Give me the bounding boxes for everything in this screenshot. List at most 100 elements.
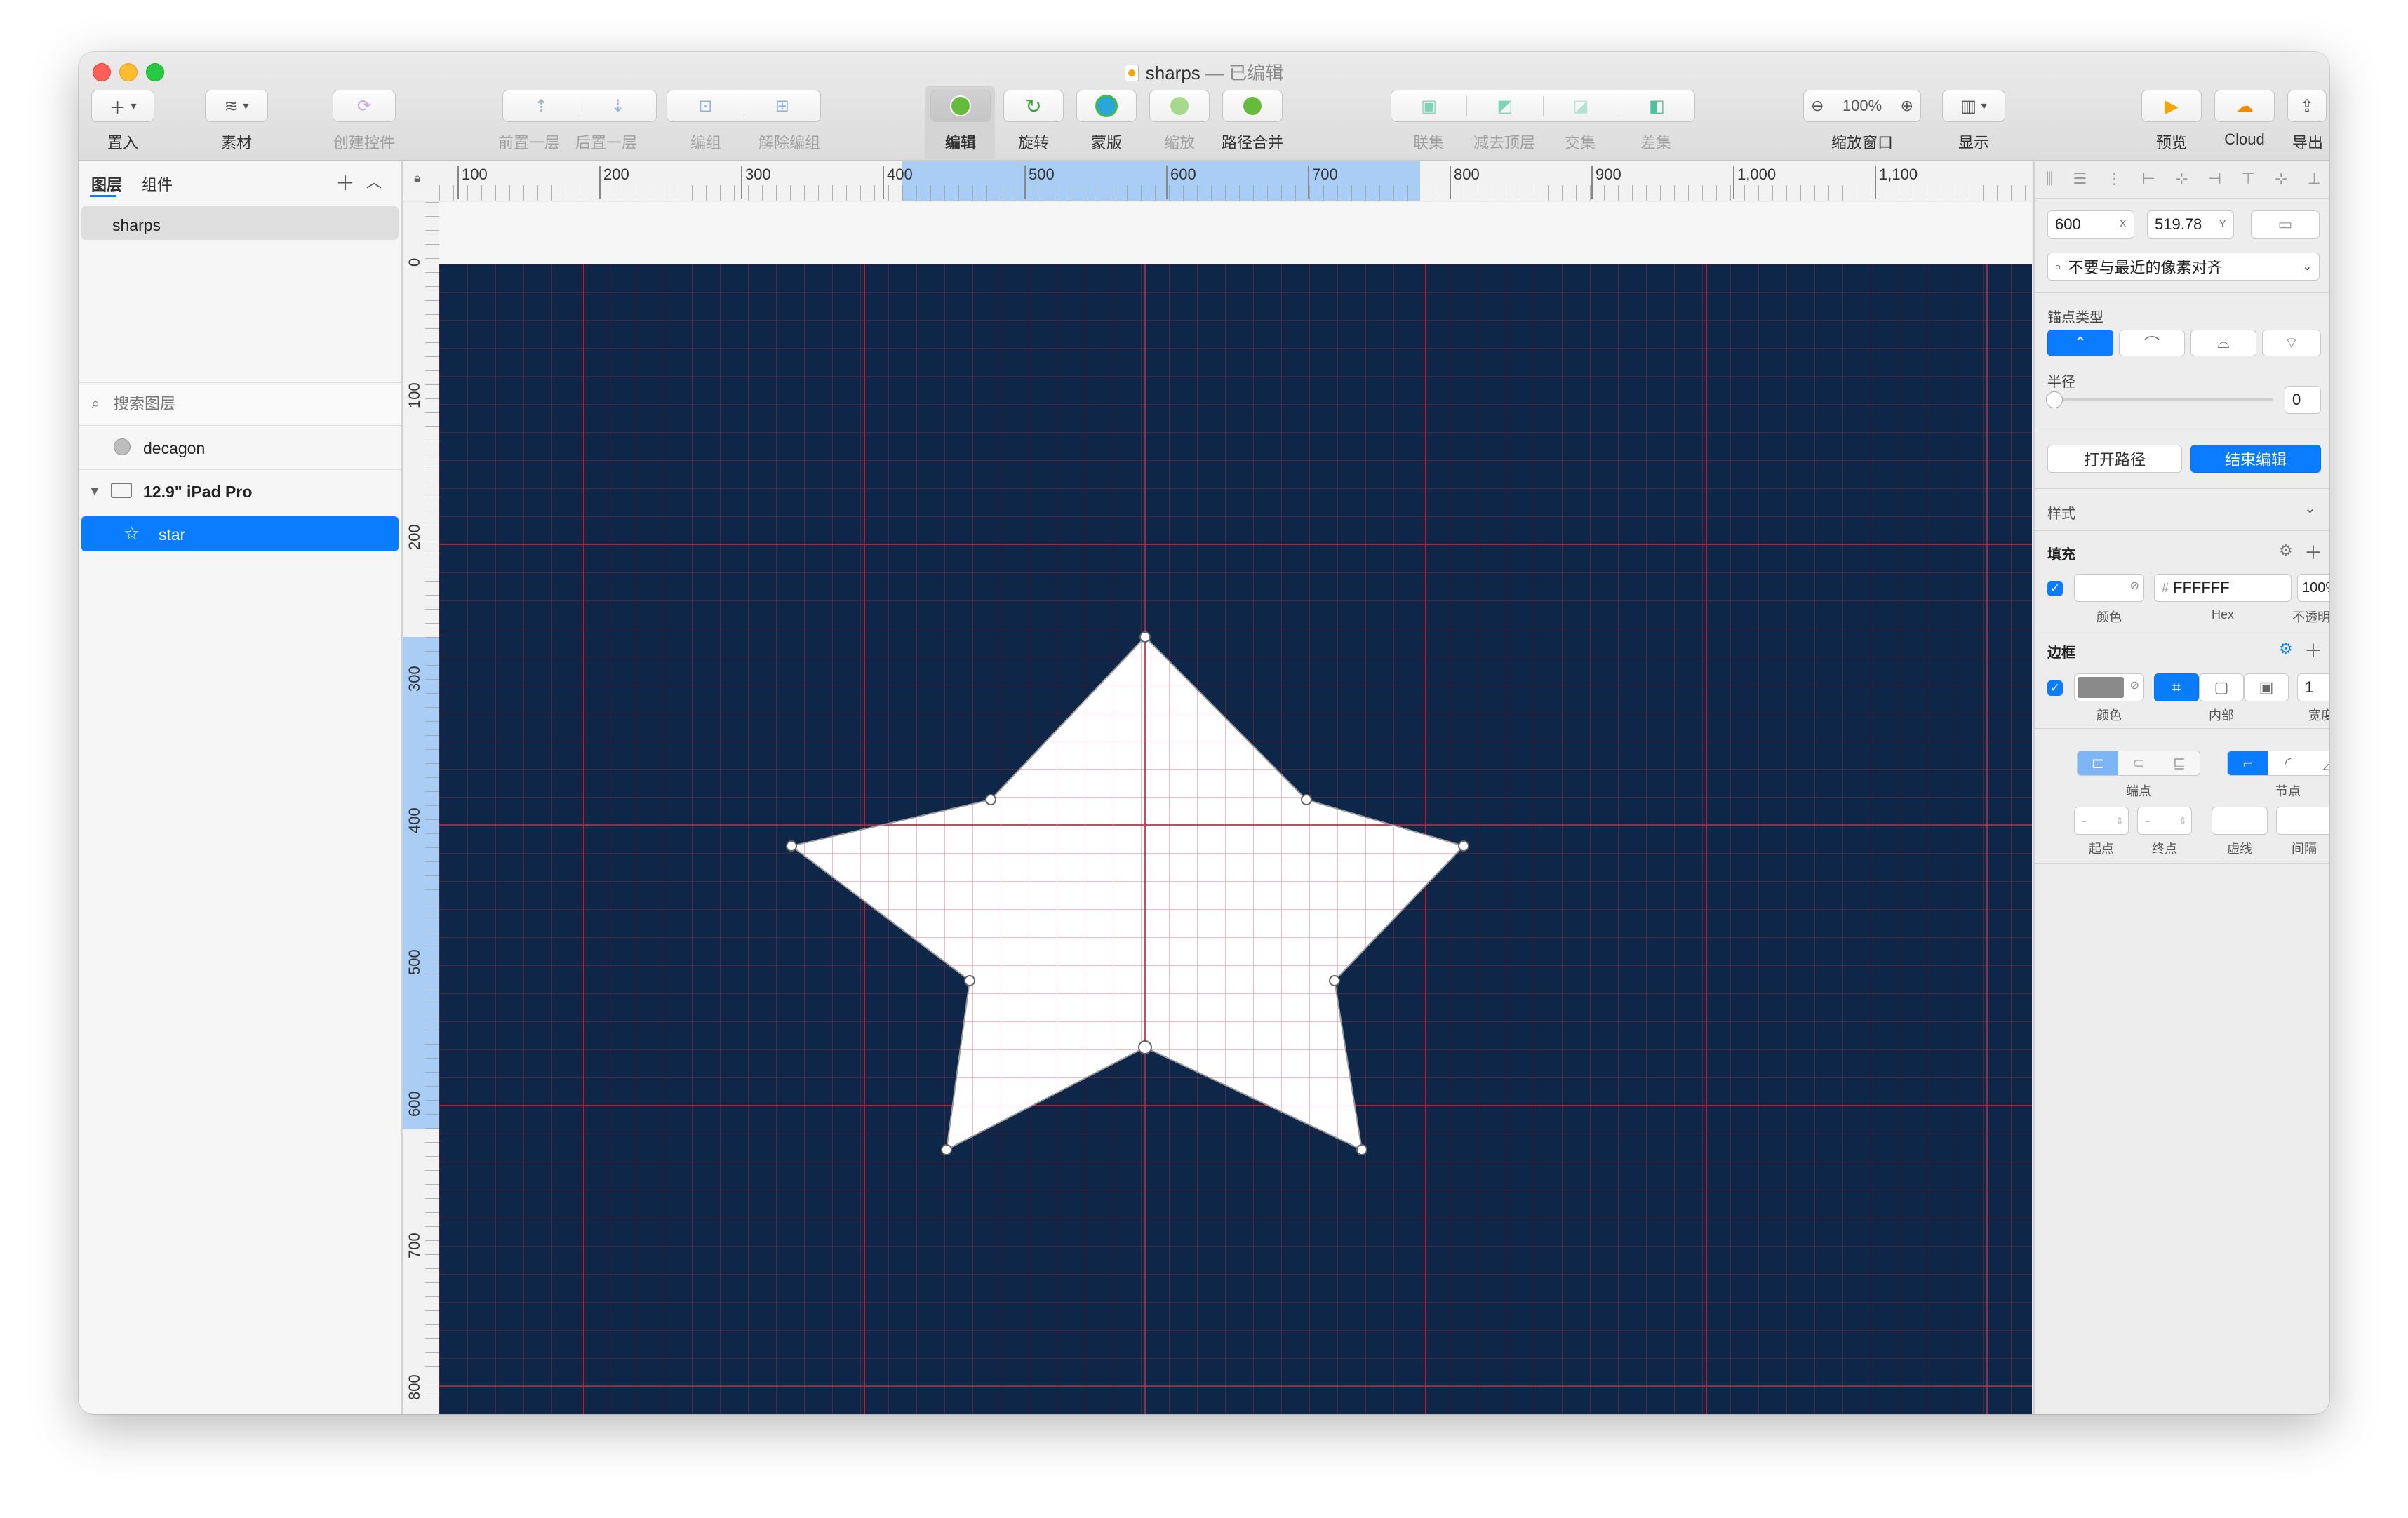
cap-square-icon[interactable]: ⊑ — [2159, 754, 2200, 772]
chevron-down-icon: ▾ — [1981, 100, 1987, 112]
star-pixel-grid — [791, 637, 1464, 1150]
ruler-label: 700 — [406, 1232, 423, 1258]
radius-slider-thumb[interactable] — [2046, 391, 2063, 408]
layer-search: ⌕ — [79, 383, 401, 425]
align-right-icon[interactable]: ⊣ — [2208, 170, 2221, 191]
artboard-svg — [439, 264, 2032, 1414]
border-center-button[interactable]: ⌗ — [2154, 673, 2199, 701]
gear-icon[interactable]: ⚙ — [2279, 542, 2293, 560]
ruler-label: 300 — [741, 166, 771, 199]
tab-layers[interactable]: 图层 — [91, 173, 122, 195]
chevron-down-icon[interactable]: ⌄ — [2304, 499, 2316, 517]
start-arrow-select[interactable]: - ⇕ — [2074, 807, 2129, 835]
border-outside-button[interactable]: ▣ — [2244, 673, 2289, 701]
export-label: 导出 — [2292, 134, 2323, 152]
cap-butt-icon[interactable]: ⊏ — [2078, 751, 2118, 775]
distribute-horizontal-icon[interactable]: ⫼ — [2046, 170, 2053, 191]
add-fill-icon[interactable]: ＋ — [2304, 539, 2322, 565]
bring-forward-icon[interactable]: ⇡ — [503, 96, 580, 116]
layer-row-star[interactable]: ☆ star — [81, 516, 399, 551]
finish-editing-button[interactable]: 结束编辑 — [2190, 445, 2321, 473]
mask-button[interactable] — [1076, 90, 1137, 122]
vertical-ruler[interactable]: 0 100 200 300 400 500 600 700 800 — [403, 202, 440, 1414]
border-width-field[interactable]: 1 — [2297, 673, 2329, 701]
join-round-icon[interactable]: ◜ — [2268, 754, 2308, 772]
search-icon: ⌕ — [91, 394, 100, 412]
lock-icon[interactable]: 🔒︎ — [414, 171, 421, 186]
chevron-down-icon: ⌄ — [2302, 261, 2312, 273]
distribute-vertical-icon[interactable]: ☰ — [2073, 170, 2087, 191]
union-icon[interactable]: ▣ — [1391, 96, 1466, 116]
toolbar: sharps — 已编辑 ＋ ▾ 置入 ≋ ▾ 素材 ⟳ 创建控件 ⇡ ⇣ 前置… — [79, 52, 2329, 161]
layer-row-decagon[interactable]: decagon — [79, 426, 401, 469]
pixel-align-select[interactable]: ○ 不要与最近的像素对齐 ⌄ — [2047, 253, 2320, 281]
display-button[interactable]: ▥ ▾ — [1942, 90, 2005, 122]
anchor-mirrored-button[interactable]: ⌒ — [2119, 330, 2185, 356]
x-field[interactable]: 600 X — [2047, 210, 2134, 239]
add-border-icon[interactable]: ＋ — [2304, 637, 2322, 663]
edit-button[interactable] — [930, 90, 991, 122]
scale-button[interactable] — [1149, 90, 1210, 122]
fill-color-well[interactable]: ⊘ — [2074, 574, 2144, 602]
artboard[interactable] — [439, 264, 2032, 1414]
join-miter-icon[interactable]: ⌐ — [2228, 751, 2268, 775]
gap-label: 间隔 — [2292, 842, 2317, 856]
difference-icon[interactable]: ◧ — [1618, 95, 1694, 116]
border-checkbox[interactable]: ✓ — [2047, 680, 2063, 696]
zoom-out-icon[interactable]: ⊖ — [1811, 97, 1824, 115]
fill-opacity-field[interactable]: 100% — [2297, 574, 2329, 602]
align-center-icon[interactable]: ⊹ — [2175, 170, 2188, 191]
assets-button[interactable]: ≋ ▾ — [205, 90, 268, 122]
pencil-icon — [950, 95, 971, 116]
gear-icon[interactable]: ⚙ — [2279, 640, 2293, 658]
open-path-button[interactable]: 打开路径 — [2047, 445, 2182, 473]
anchor-asymmetric-button[interactable]: ⌓ — [2190, 330, 2256, 356]
cap-round-icon[interactable]: ⊂ — [2118, 754, 2159, 772]
ungroup-icon[interactable]: ⊞ — [743, 95, 821, 116]
insert-button[interactable]: ＋ ▾ — [91, 90, 154, 122]
export-button[interactable]: ⇪ — [2287, 90, 2327, 122]
radius-slider-track[interactable] — [2050, 398, 2273, 401]
y-field[interactable]: 519.78 Y — [2147, 210, 2234, 239]
align-top-icon[interactable]: ⊤ — [2242, 170, 2255, 191]
end-arrow-select[interactable]: - ⇕ — [2137, 807, 2192, 835]
border-title: 边框 — [2047, 645, 2075, 661]
zoom-control: ⊖ 100% ⊕ — [1803, 90, 1921, 122]
search-input[interactable] — [112, 391, 389, 417]
gap-field[interactable] — [2276, 807, 2329, 835]
fill-hex-field[interactable]: # FFFFFF — [2154, 574, 2292, 602]
fill-hex-label: Hex — [2211, 607, 2234, 622]
align-left-icon[interactable]: ⊢ — [2142, 170, 2155, 191]
path-merge-button[interactable] — [1222, 90, 1283, 122]
horizontal-ruler[interactable]: 100 200 300 400 500 600 700 800 900 1,000 1,100 — [439, 161, 2032, 201]
collapse-icon[interactable]: ︿ — [366, 170, 382, 192]
ruler-label: 900 — [1591, 166, 1621, 199]
align-bottom-icon[interactable]: ⊥ — [2308, 170, 2321, 191]
radius-field[interactable]: 0 — [2285, 386, 2321, 414]
border-inside-button[interactable]: ▢ — [2199, 673, 2244, 701]
cloud-button[interactable]: ☁ — [2214, 90, 2275, 122]
tab-components[interactable]: 组件 — [142, 173, 173, 195]
rotate-button[interactable]: ↻ — [1003, 90, 1064, 122]
add-page-icon[interactable]: ＋ — [335, 168, 355, 196]
disclosure-triangle-icon[interactable]: ▼ — [88, 484, 101, 499]
create-control-button[interactable]: ⟳ — [333, 90, 396, 122]
dash-field[interactable] — [2212, 807, 2268, 835]
subtract-icon[interactable]: ◩ — [1466, 95, 1542, 116]
divider — [2035, 863, 2329, 864]
border-color-well[interactable]: ⊘ — [2074, 673, 2144, 701]
more-icon[interactable]: ⋮ — [2106, 170, 2122, 191]
fill-checkbox[interactable]: ✓ — [2047, 581, 2063, 596]
preview-button[interactable]: ▶ — [2141, 90, 2202, 122]
zoom-in-icon[interactable]: ⊕ — [1901, 97, 1913, 115]
anchor-straight-button[interactable]: ⌃ — [2047, 330, 2113, 356]
intersect-icon[interactable]: ◪ — [1542, 95, 1619, 116]
page-item-sharps[interactable]: sharps — [81, 206, 399, 240]
join-bevel-icon[interactable]: ◿ — [2308, 754, 2329, 772]
resize-options-button[interactable]: ▭ — [2251, 210, 2320, 239]
send-backward-icon[interactable]: ⇣ — [579, 95, 657, 116]
group-icon[interactable]: ⊡ — [667, 96, 744, 116]
layer-row-artboard[interactable]: ▼ 12.9" iPad Pro — [79, 470, 401, 513]
align-middle-icon[interactable]: ⊹ — [2275, 170, 2287, 191]
anchor-disconnected-button[interactable]: ⌔ — [2262, 330, 2321, 356]
